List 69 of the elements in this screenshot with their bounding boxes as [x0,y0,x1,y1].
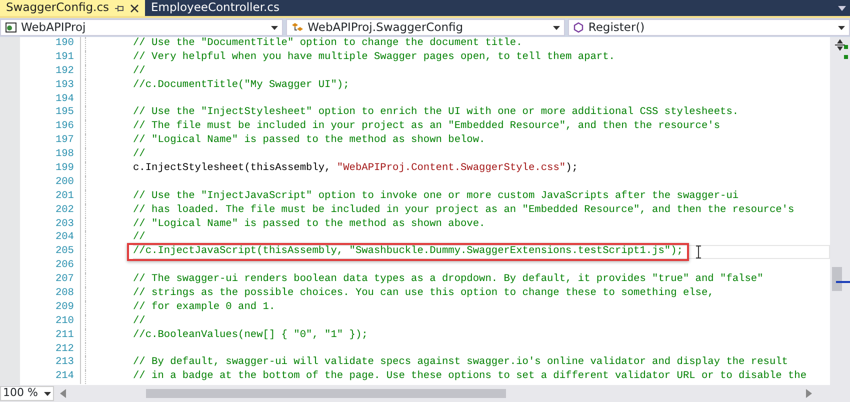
code-line: // By default, swagger-ui will validate specs against swagger.io's online validator and display the result [132,355,789,370]
caret-icon[interactable] [44,392,51,396]
code-line: // Use the "DocumentTitle" option to change the document title. [132,37,524,51]
line-number: 192 [54,64,75,79]
line-number: 212 [54,342,75,356]
code-line: // "Logical Name" is passed to the method as shown above. [132,216,486,232]
type-dropdown[interactable]: WebAPIProj.SwaggerConfig [286,19,566,36]
code-line: // Use the "InjectStylesheet" option to enrich the UI with one or more additional CSS stylesheets. [132,105,740,120]
line-number: 213 [54,356,75,370]
member-dropdown[interactable]: Register() [568,19,850,36]
method-icon [573,22,584,33]
code-line: // [132,64,146,79]
code-line: // strings as the possible choices. You can use this option to change these to something else, [132,286,715,302]
line-number: 198 [54,148,75,162]
code-line: // [132,230,146,246]
line-number: 193 [54,78,75,93]
line-number: 206 [54,259,75,274]
vertical-scrollbar[interactable] [830,37,850,385]
change-marker [844,45,848,59]
scroll-thumb[interactable] [832,267,842,291]
code-line: // "Logical Name" is passed to the method as shown below. [132,133,486,148]
line-number: 190 [54,37,75,51]
code-line: // The swagger-ui renders boolean data types as a dropdown. By default, it provides "true" and "false" [132,272,764,288]
code-line: //c.BooleanValues(new[] { "0", "1" }); [132,328,369,343]
code-line: //c.DocumentTitle("My Swagger UI"); [132,78,350,93]
code-line: // Use the "InjectJavaScript" option to invoke one or more custom JavaScripts after the swagger-ui [132,188,740,204]
pin-icon[interactable] [115,4,124,12]
close-icon[interactable] [130,4,140,12]
scroll-left-icon[interactable] [60,389,66,398]
scroll-right-icon[interactable] [806,389,812,398]
line-number: 208 [54,287,75,301]
line-number: 210 [54,314,75,329]
class-icon [290,22,304,33]
editor-tab[interactable]: SwaggerConfig.cs [0,0,146,16]
code-line: c.InjectStylesheet(thisAssembly, "WebAPIProj.Content.SwaggerStyle.css"); [132,161,579,176]
line-number: 214 [54,370,75,384]
cursor-position-marker [836,281,850,283]
line-number: 199 [54,162,75,176]
line-number: 209 [54,300,75,315]
project-icon [5,22,17,33]
text-cursor-icon [694,245,702,260]
line-number: 197 [54,134,75,148]
line-number: 204 [54,231,75,246]
line-number: 194 [54,92,75,106]
project-dropdown[interactable]: WebAPIProj [0,19,283,36]
split-icon[interactable] [834,39,846,51]
line-number: 203 [54,218,75,232]
code-line: // The file must be included in your project as an "Embedded Resource", and then the resource's [132,119,722,134]
code-line: // has loaded. The file must be included in your project as an "Embedded Resource", and then the resource's [132,202,796,218]
line-number: 196 [54,120,75,134]
line-number: 201 [54,190,75,204]
line-number: 191 [54,50,75,65]
code-line: // Very helpful when you have multiple Swagger pages open, to tell them apart. [132,50,616,65]
line-number: 195 [54,106,75,120]
code-line: // [132,147,146,162]
caret-icon[interactable] [553,26,560,30]
line-number: 205 [54,245,75,260]
zoom-dropdown[interactable]: 100 % [0,386,54,401]
line-number: 207 [54,273,75,288]
code-line: // [132,314,146,329]
editor-tab[interactable]: EmployeeController.cs [145,0,286,16]
caret-icon[interactable] [838,26,846,30]
code-line: // for example 0 and 1. [132,300,276,315]
line-number: 200 [54,176,75,190]
tab-list-dropdown-icon[interactable] [838,6,846,10]
code-line: // in a badge at the bottom of the page. Use these options to set a different validator URL or to disable the [132,369,808,384]
line-number: 211 [54,328,75,343]
caret-icon[interactable] [270,26,278,30]
line-number: 202 [54,204,75,218]
